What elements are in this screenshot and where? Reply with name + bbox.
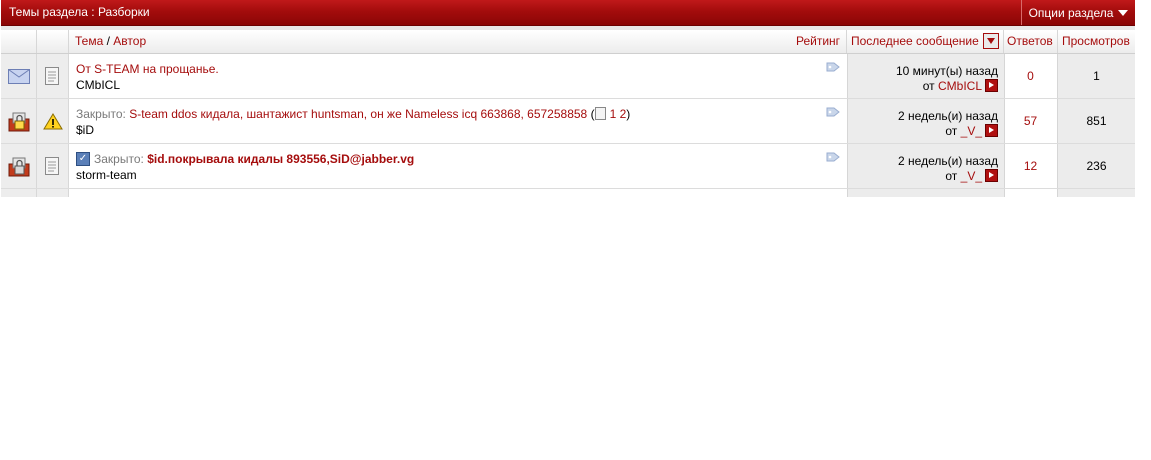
sort-by-author-link[interactable]: Автор [113,34,146,48]
closed-label: Закрыто: [94,152,144,166]
tag-icon[interactable] [826,62,840,72]
last-post-time: 2 недель(и) назад [898,109,998,123]
multipage-icon [594,107,606,121]
divider [36,30,37,53]
last-post-cell: 2 недель(и) назад от _V_ [847,99,1005,143]
views-count: 1 [1058,54,1135,98]
last-post-user-link[interactable]: CMbICL [938,79,982,93]
document-icon [45,157,59,175]
replies-count [1004,189,1058,197]
header-separator: / [106,34,110,48]
thread-icon-cell [37,54,69,98]
sort-by-views-link[interactable]: Просмотров [1062,34,1130,48]
thread-row: Закрыто: S-team ddos кидала, шантажист h… [1,99,1135,144]
warning-icon [43,113,63,130]
sort-by-rating-link[interactable]: Рейтинг [796,34,840,48]
go-to-last-post-icon[interactable] [985,79,998,93]
divider [1003,30,1004,53]
last-post-cell [847,189,1005,197]
divider [68,30,69,53]
topic-cell: ✓ Закрыто: $id.покрывала кидалы 893556,Si… [69,144,846,188]
thread-row: ✓ Закрыто: $id.покрывала кидалы 893556,Si… [1,144,1135,189]
hot-locked-folder-icon [8,157,30,177]
thread-status-cell [1,189,37,197]
replies-value[interactable]: 57 [1024,114,1037,128]
sort-by-topic-link[interactable]: Тема [75,34,103,48]
thread-author[interactable]: $iD [76,123,94,137]
go-to-last-post-icon[interactable] [985,124,998,138]
new-posts-envelope-icon[interactable] [8,69,30,84]
views-value: 236 [1086,159,1107,173]
tag-icon[interactable] [826,107,840,117]
hot-locked-folder-icon [8,112,30,132]
views-count: 851 [1058,99,1135,143]
views-value: 851 [1086,114,1107,128]
views-count: 236 [1058,144,1135,188]
forum-options-label: Опции раздела [1028,5,1114,20]
last-post-prefix: от [945,169,958,183]
thread-row-partial [1,189,1135,197]
replies-value[interactable]: 12 [1024,159,1037,173]
thread-icon-cell [37,144,69,188]
last-post-prefix: от [922,79,935,93]
thread-title-link[interactable]: $id.покрывала кидалы 893556,SiD@jabber.v… [147,152,414,166]
forum-options-button[interactable]: Опции раздела [1021,0,1135,25]
thread-status-cell [1,54,37,98]
dropdown-arrow-icon [1118,9,1129,16]
last-post-time: 10 минут(ы) назад [895,64,998,78]
thread-title-link[interactable]: От S-TEAM на прощанье. [76,62,219,76]
tag-icon[interactable] [826,152,840,162]
views-count [1058,189,1135,197]
last-post-cell: 10 минут(ы) назад от CMbICL [847,54,1005,98]
sort-desc-icon[interactable] [982,32,999,49]
last-post-prefix: от [945,124,958,138]
thread-author[interactable]: CMbICL [76,78,120,92]
last-post-time: 2 недель(и) назад [898,154,998,168]
divider [1057,30,1058,53]
go-to-last-post-icon[interactable] [985,169,998,183]
thread-list: Темы раздела : Разборки Опции раздела Те… [0,0,1136,197]
topic-cell: Закрыто: S-team ddos кидала, шантажист h… [69,99,846,143]
forum-title: Темы раздела : Разборки [9,5,150,19]
column-header-row: Тема / Автор Рейтинг Последнее сообщение… [1,30,1135,54]
page-link-1[interactable]: 1 [610,107,617,121]
thread-icon-cell [37,189,69,197]
pages-close: ) [626,107,631,121]
thread-status-cell [1,144,37,188]
thread-author[interactable]: storm-team [76,168,137,182]
last-post-user-link[interactable]: _V_ [961,169,982,183]
thread-title-link[interactable]: S-team ddos кидала, шантажист huntsman, … [129,107,587,121]
replies-value[interactable]: 0 [1027,69,1034,83]
checkmark-icon: ✓ [76,151,90,166]
views-value: 1 [1093,69,1100,83]
sort-by-last-post-link[interactable]: Последнее сообщение [851,34,979,48]
replies-count[interactable]: 57 [1004,99,1058,143]
thread-status-cell [1,99,37,143]
document-icon [45,67,59,85]
replies-count[interactable]: 12 [1004,144,1058,188]
thread-row: От S-TEAM на прощанье. CMbICL 10 минут(ы… [1,54,1135,99]
last-post-cell: 2 недель(и) назад от _V_ [847,144,1005,188]
last-post-user-link[interactable]: _V_ [961,124,982,138]
sort-by-replies-link[interactable]: Ответов [1007,34,1053,48]
closed-label: Закрыто: [76,107,126,121]
thread-icon-cell [37,99,69,143]
forum-title-bar: Темы раздела : Разборки Опции раздела [1,0,1135,26]
divider [846,30,847,53]
topic-cell: От S-TEAM на прощанье. CMbICL [69,54,846,98]
replies-count[interactable]: 0 [1004,54,1058,98]
